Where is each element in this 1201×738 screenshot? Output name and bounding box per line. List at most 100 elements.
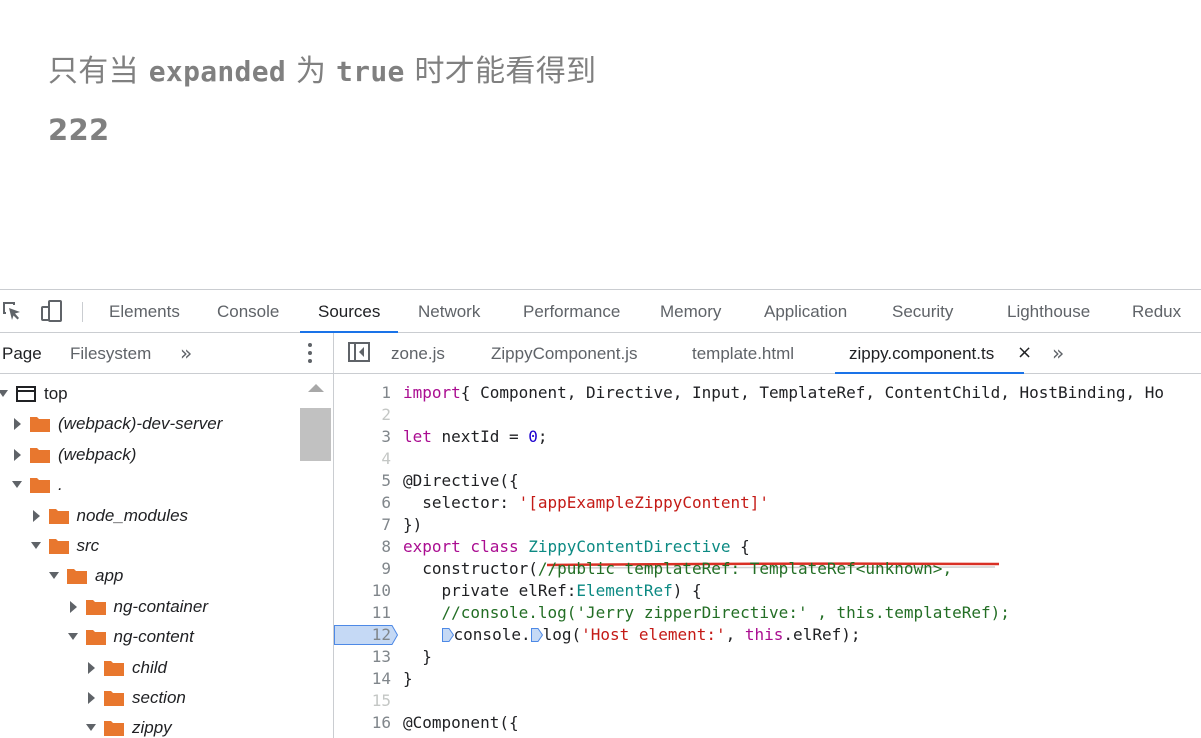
folder-icon xyxy=(30,478,50,494)
line-number[interactable]: 16 xyxy=(334,712,391,734)
tab-memory[interactable]: Memory xyxy=(660,290,721,332)
tree-item-label: node_modules xyxy=(76,505,189,525)
tab-redux[interactable]: Redux xyxy=(1132,290,1181,332)
code-line[interactable]: 11 //console.log('Jerry zipperDirective:… xyxy=(334,602,1201,624)
tree-item[interactable]: app xyxy=(0,561,300,591)
inline-breakpoint-icon[interactable] xyxy=(441,628,454,642)
line-number[interactable]: 4 xyxy=(334,448,391,470)
triangle-down-icon[interactable] xyxy=(29,531,43,561)
scroll-up-arrow-icon[interactable] xyxy=(308,384,324,392)
code-line[interactable]: 15 xyxy=(334,690,1201,712)
line-number[interactable]: 3 xyxy=(334,426,391,448)
line-number[interactable]: 9 xyxy=(334,558,391,580)
inline-breakpoint-icon[interactable] xyxy=(530,628,543,642)
code-line[interactable]: 1 import{ Component, Directive, Input, Te… xyxy=(334,382,1201,404)
triangle-right-icon[interactable] xyxy=(10,409,24,439)
triangle-down-icon[interactable] xyxy=(0,379,10,409)
code-line[interactable]: 6 selector: '[appExampleZippyContent]' xyxy=(334,492,1201,514)
tree-item[interactable]: . xyxy=(0,470,300,500)
tree-item[interactable]: (webpack) xyxy=(0,440,300,470)
tree-item[interactable]: ng-container xyxy=(0,592,300,622)
tree-item-label: section xyxy=(132,688,186,707)
tab-lighthouse[interactable]: Lighthouse xyxy=(1007,290,1090,332)
triangle-down-icon[interactable] xyxy=(66,622,80,652)
line-source: }) xyxy=(403,515,423,534)
code-line[interactable]: 16 @Component({ xyxy=(334,712,1201,734)
line-number[interactable]: 8 xyxy=(334,536,391,558)
scroll-thumb[interactable] xyxy=(300,408,331,461)
folder-icon xyxy=(48,508,69,524)
tab-security[interactable]: Security xyxy=(892,290,953,332)
more-options-icon[interactable] xyxy=(300,333,320,373)
tree-item[interactable]: (webpack)-dev-server xyxy=(0,409,300,439)
triangle-down-icon[interactable] xyxy=(47,561,61,591)
code-line[interactable]: 8 export class ZippyContentDirective { xyxy=(334,536,1201,558)
toggle-navigator-icon[interactable] xyxy=(348,342,370,362)
code-line[interactable]: 5 @Directive({ xyxy=(334,470,1201,492)
editor-tabs: zone.js ZippyComponent.js template.html … xyxy=(334,333,1201,374)
line-number[interactable]: 5 xyxy=(334,470,391,492)
line-number[interactable]: 15 xyxy=(334,690,391,712)
inspect-element-icon[interactable] xyxy=(0,299,24,323)
code-editor[interactable]: 1 import{ Component, Directive, Input, Te… xyxy=(334,374,1201,738)
tree-item-label: src xyxy=(76,536,100,555)
triangle-down-icon[interactable] xyxy=(10,470,24,500)
tab-elements[interactable]: Elements xyxy=(109,290,180,332)
tab-sources[interactable]: Sources xyxy=(299,290,399,333)
triangle-right-icon[interactable] xyxy=(29,501,43,531)
code-line[interactable]: 13 } xyxy=(334,646,1201,668)
code-line[interactable]: 7}) xyxy=(334,514,1201,536)
editor-tab-zone-js[interactable]: zone.js xyxy=(391,333,445,373)
tree-item[interactable]: child xyxy=(0,653,300,683)
triangle-right-icon[interactable] xyxy=(84,683,98,713)
editor-more-tabs-button[interactable]: » xyxy=(1052,333,1064,373)
code-line[interactable]: 12 console. log('Host element:', this.elR… xyxy=(334,624,1201,646)
tree-item[interactable]: src xyxy=(0,531,300,561)
line-number[interactable]: 1 xyxy=(334,382,391,404)
line-number[interactable]: 12 xyxy=(334,624,391,646)
tab-page[interactable]: Page xyxy=(2,333,42,373)
tree-item-label: top xyxy=(44,384,68,403)
editor-tab-zippy-component-ts[interactable]: zippy.component.ts xyxy=(834,333,1025,374)
tree-item-label: (webpack) xyxy=(58,444,137,464)
navigator-more-tabs-button[interactable]: » xyxy=(180,333,192,373)
close-tab-icon[interactable]: × xyxy=(1017,333,1032,373)
tree-item[interactable]: section xyxy=(0,683,300,713)
code-line[interactable]: 2 xyxy=(334,404,1201,426)
line-number[interactable]: 6 xyxy=(334,492,391,514)
code-line[interactable]: 4 xyxy=(334,448,1201,470)
line-number[interactable]: 7 xyxy=(334,514,391,536)
code-line[interactable]: 10 private elRef:ElementRef) { xyxy=(334,580,1201,602)
triangle-down-icon[interactable] xyxy=(84,713,98,738)
triangle-right-icon[interactable] xyxy=(84,653,98,683)
editor-tab-template-html[interactable]: template.html xyxy=(692,333,794,373)
tab-filesystem[interactable]: Filesystem xyxy=(70,333,151,373)
tab-network[interactable]: Network xyxy=(418,290,480,332)
triangle-right-icon[interactable] xyxy=(10,440,24,470)
text-cn-a: 只有当 xyxy=(48,54,139,89)
line-source: @Component({ xyxy=(403,713,519,732)
tab-console[interactable]: Console xyxy=(217,290,279,332)
device-toolbar-icon[interactable] xyxy=(40,299,64,323)
tree-item[interactable]: zippy xyxy=(0,713,300,738)
line-source: import{ Component, Directive, Input, Tem… xyxy=(403,383,1164,402)
tree-item[interactable]: ng-content xyxy=(0,622,300,652)
folder-icon xyxy=(30,417,50,433)
code-line[interactable]: 14} xyxy=(334,668,1201,690)
line-number[interactable]: 13 xyxy=(334,646,391,668)
tab-application[interactable]: Application xyxy=(764,290,847,332)
tree-item[interactable]: node_modules xyxy=(0,501,300,531)
folder-icon xyxy=(104,660,124,676)
navigator-scrollbar[interactable] xyxy=(300,374,333,738)
editor-tab-zippycomponent-js[interactable]: ZippyComponent.js xyxy=(491,333,637,373)
line-number[interactable]: 10 xyxy=(334,580,391,602)
tree-item[interactable]: top xyxy=(0,379,300,409)
tab-performance[interactable]: Performance xyxy=(523,290,620,332)
code-line[interactable]: 9 constructor(//public templateRef: Temp… xyxy=(334,558,1201,580)
line-number[interactable]: 11 xyxy=(334,602,391,624)
triangle-right-icon[interactable] xyxy=(66,592,80,622)
code-line[interactable]: 3 let nextId = 0; xyxy=(334,426,1201,448)
line-number[interactable]: 14 xyxy=(334,668,391,690)
line-number[interactable]: 2 xyxy=(334,404,391,426)
frame-icon xyxy=(16,386,36,402)
